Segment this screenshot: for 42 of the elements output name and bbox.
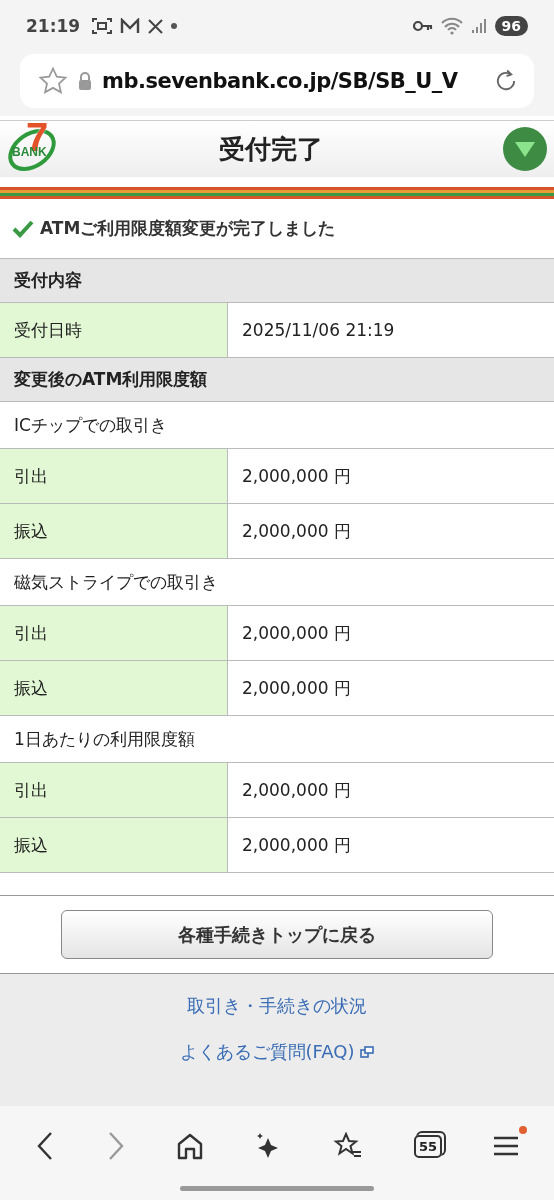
star-icon[interactable] — [38, 66, 68, 96]
menu-icon[interactable] — [492, 1134, 519, 1158]
home-icon[interactable] — [176, 1132, 205, 1160]
field-value: 2,000,000 円 — [241, 833, 352, 857]
notification-dot — [518, 1126, 527, 1134]
field-label: 引出 — [0, 763, 228, 817]
x-icon — [148, 18, 164, 34]
check-icon — [12, 219, 34, 238]
screenshot-icon — [92, 17, 113, 35]
lock-icon — [78, 72, 92, 90]
field-value: 2,000,000 円 — [241, 621, 352, 645]
field-value: 2,000,000 円 — [241, 676, 352, 700]
field-label: 引出 — [0, 449, 228, 503]
page-title: 受付完了 — [219, 132, 323, 166]
footer-link[interactable]: 取引き・手続きの状況 — [187, 994, 367, 1018]
success-message: ATMご利用限度額変更が完了しました — [40, 217, 336, 240]
field-label: 振込 — [0, 661, 228, 715]
back-button[interactable]: 各種手続きトップに戻る — [61, 910, 493, 959]
wifi-icon — [440, 17, 463, 35]
signal-icon — [470, 18, 487, 34]
field-value: 2,000,000 円 — [241, 519, 352, 543]
field-label: 引出 — [0, 606, 228, 660]
url-text: mb.sevenbank.co.jp/SB/SB_U_V — [102, 69, 459, 93]
external-link-icon — [360, 1046, 375, 1058]
address-bar[interactable]: mb.sevenbank.co.jp/SB/SB_U_V — [20, 54, 534, 108]
field-label: 振込 — [0, 818, 228, 872]
field-value: 2,000,000 円 — [241, 778, 352, 802]
section-heading: 変更後のATM利用限度額 — [0, 358, 554, 402]
bookmarks-icon[interactable] — [333, 1132, 364, 1160]
menu-toggle-icon[interactable] — [502, 126, 548, 172]
field-value: 2025/11/06 21:19 — [241, 319, 396, 342]
battery-badge: 96 — [494, 16, 528, 36]
tab-count-button[interactable]: 55 — [414, 1134, 443, 1158]
dot-icon — [171, 23, 178, 29]
section-heading: 受付内容 — [0, 259, 554, 303]
key-icon — [412, 20, 433, 32]
clock: 21:19 — [26, 16, 81, 36]
field-label: 振込 — [0, 504, 228, 558]
field-value: 2,000,000 円 — [241, 464, 352, 488]
mail-icon — [120, 18, 141, 34]
field-label: 受付日時 — [0, 303, 228, 357]
footer-link[interactable]: よくあるご質問(FAQ) — [179, 1040, 375, 1064]
